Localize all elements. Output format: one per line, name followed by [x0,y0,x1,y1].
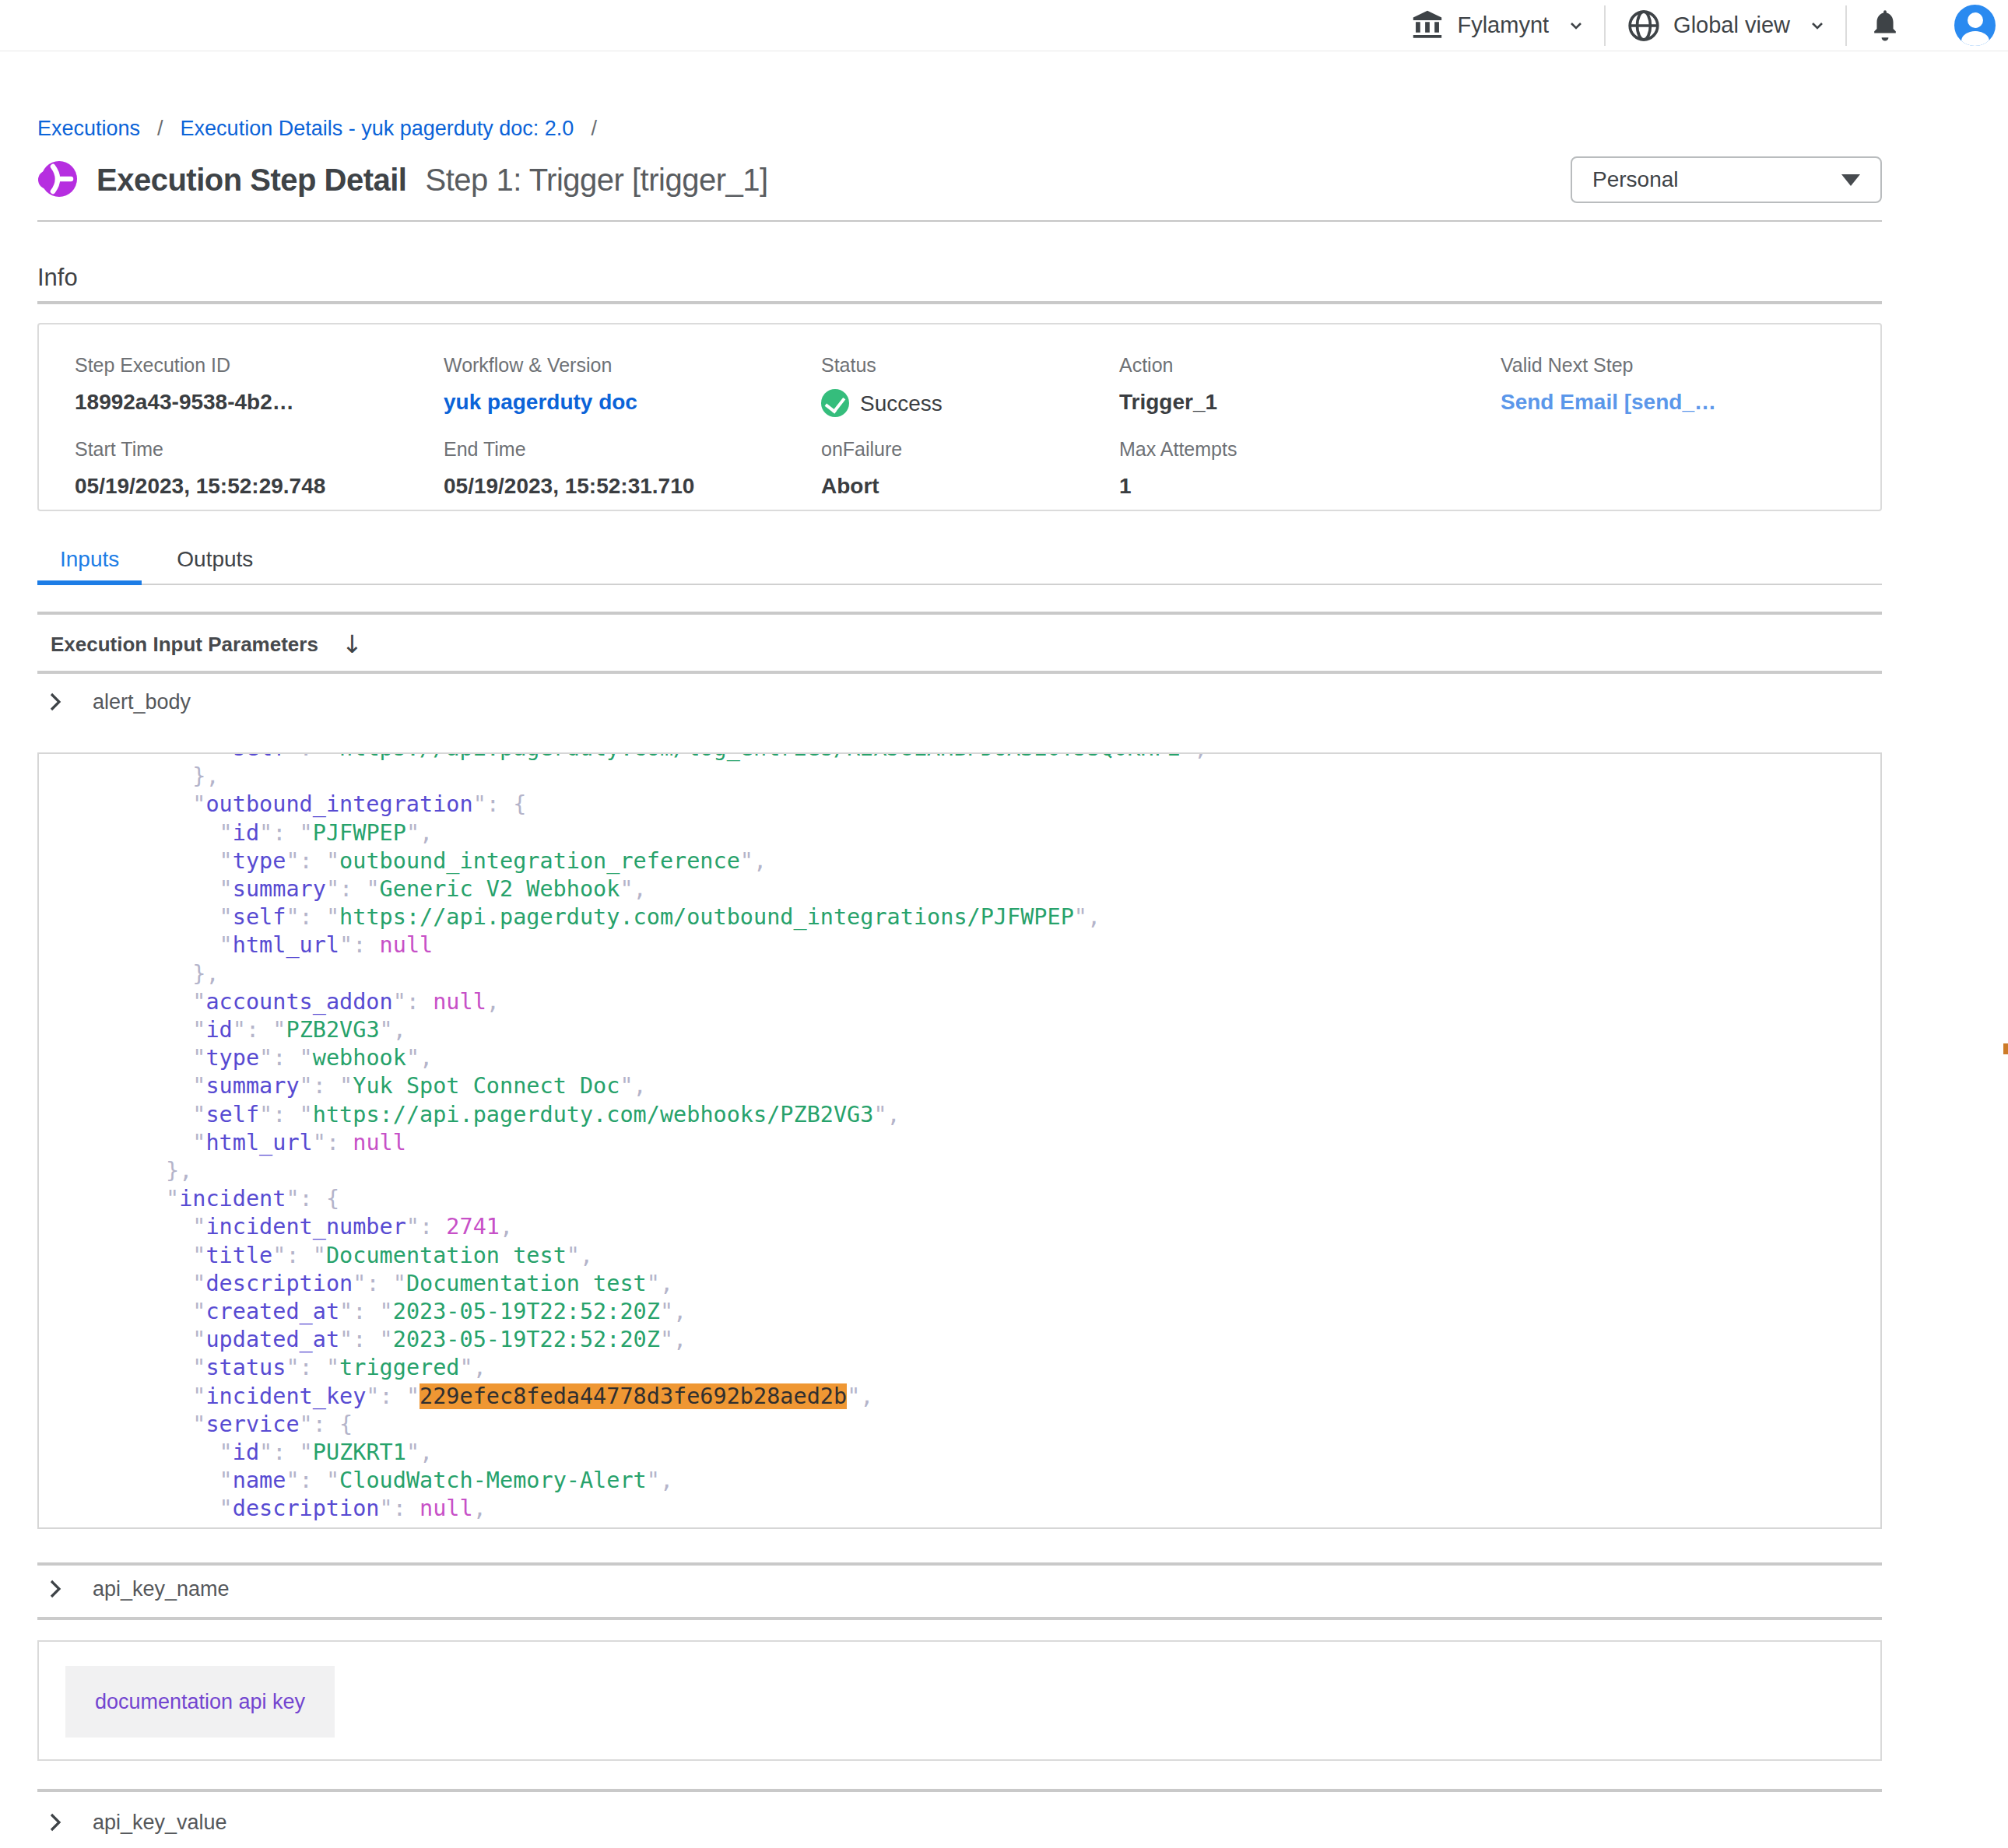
field-onfailure: onFailure Abort [821,438,1119,499]
page-subtitle: Step 1: Trigger [trigger_1] [425,163,767,198]
breadcrumb-separator: / [157,117,163,141]
divider [37,1789,1882,1792]
divider [37,220,1882,222]
field-workflow-version: Workflow & Version yuk pagerduty doc [444,354,821,417]
divider [37,612,1882,615]
select-arrow-icon [1841,174,1860,186]
divider [37,1617,1882,1620]
breadcrumb: Executions / Execution Details - yuk pag… [37,117,1882,141]
api-key-name-box: documentation api key [37,1640,1882,1761]
chevron-right-icon [47,690,63,714]
breadcrumb-separator: / [591,117,597,141]
field-action: Action Trigger_1 [1119,354,1501,417]
breadcrumb-execution-details[interactable]: Execution Details - yuk pagerduty doc: 2… [181,117,574,141]
bank-icon [1409,8,1445,44]
field-valid-next-step: Valid Next Step Send Email [send_… [1501,354,1880,417]
avatar-head [1968,12,1983,28]
tab-outputs[interactable]: Outputs [154,549,276,584]
field-start-time: Start Time 05/19/2023, 15:52:29.748 [75,438,444,499]
divider [37,1562,1882,1566]
view-switcher[interactable]: Global view [1626,8,1825,44]
next-step-link[interactable]: Send Email [send_… [1501,390,1716,414]
org-switcher[interactable]: Fylamynt [1409,8,1584,44]
chevron-down-icon [1568,18,1584,33]
json-payload: "self": "https://api.pagerduty.com/log_e… [86,752,1207,1529]
field-end-time: End Time 05/19/2023, 15:52:31.710 [444,438,821,499]
chevron-right-icon [47,1811,63,1834]
field-step-execution-id: Step Execution ID 18992a43-9538-4b2… [75,354,444,417]
notifications-bell-icon[interactable] [1867,8,1903,44]
divider [37,671,1882,674]
scope-select-value: Personal [1592,167,1679,192]
download-arrow-icon[interactable]: ↓ [342,633,363,656]
avatar-body [1961,31,1989,46]
divider [1845,5,1847,46]
chevron-right-icon [47,1577,63,1601]
divider [1604,5,1606,46]
section-heading: Execution Input Parameters [51,633,318,656]
info-card: Step Execution ID 18992a43-9538-4b2… Wor… [37,323,1882,511]
user-avatar[interactable] [1954,5,1996,46]
code-block[interactable]: "self": "https://api.pagerduty.com/log_e… [37,752,1882,1529]
fylamynt-logo-icon [37,160,78,199]
chevron-down-icon [1810,18,1825,33]
breadcrumb-executions[interactable]: Executions [37,117,140,141]
view-label: Global view [1673,12,1790,38]
success-check-icon [821,389,849,417]
org-label: Fylamynt [1457,12,1549,38]
top-bar: Fylamynt Global view [0,0,2008,51]
globe-icon [1626,8,1662,44]
tab-inputs[interactable]: Inputs [37,549,142,584]
field-status: Status Success [821,354,1119,417]
scroll-highlight-marker [2003,1043,2008,1054]
tab-bar: Inputs Outputs [37,549,1882,585]
page-title: Execution Step Detail [97,163,406,198]
info-heading: Info [37,264,1882,292]
param-row-api-key-value[interactable]: api_key_value [37,1811,1882,1834]
field-max-attempts: Max Attempts 1 [1119,438,1501,499]
scope-select[interactable]: Personal [1571,156,1882,203]
api-key-name-chip: documentation api key [65,1666,335,1738]
param-row-api-key-name[interactable]: api_key_name [37,1577,1882,1601]
workflow-link[interactable]: yuk pagerduty doc [444,390,637,414]
divider [37,301,1882,304]
param-row-alert-body[interactable]: alert_body [37,690,1882,714]
